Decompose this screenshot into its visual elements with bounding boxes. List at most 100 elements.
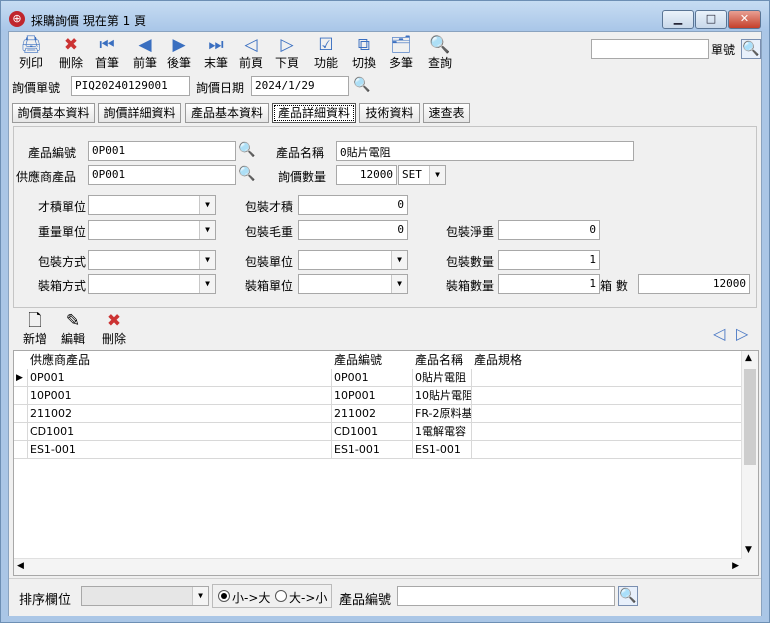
column-header-product-no[interactable]: 產品編號 xyxy=(332,351,413,369)
table-cell[interactable]: CD1001 xyxy=(332,423,413,441)
minimize-button[interactable]: ▁ xyxy=(662,10,694,29)
pack-method-select[interactable]: ▼ xyxy=(88,250,216,270)
add-row-button[interactable]: 🗋 新增 xyxy=(15,310,55,350)
table-cell[interactable]: ES1-001 xyxy=(332,441,413,459)
pack-volume-field[interactable]: 0 xyxy=(298,195,408,215)
pack-gross-label: 包裝毛重 xyxy=(245,225,294,239)
supplier-product-search-icon[interactable]: 🔍 xyxy=(238,166,258,186)
toolbar-button-5[interactable]: ⏭ 末筆 xyxy=(196,34,236,74)
table-row[interactable]: CD1001 CD1001 1電解電容 xyxy=(14,423,742,441)
inquiry-date-field[interactable]: 2024/1/29 xyxy=(251,76,349,96)
box-unit-select[interactable]: ▼ xyxy=(298,274,408,294)
scroll-down-icon[interactable]: ▼ xyxy=(745,545,752,555)
toolbar-button-0[interactable]: 🖨 列印 xyxy=(11,34,51,74)
scroll-left-icon[interactable]: ◁ xyxy=(713,324,725,343)
box-method-select[interactable]: ▼ xyxy=(88,274,216,294)
toolbar-button-1[interactable]: ✖ 刪除 xyxy=(51,34,91,74)
table-cell[interactable]: 0P001 xyxy=(332,369,413,387)
table-cell[interactable]: 211002 xyxy=(332,405,413,423)
toolbar-button-6[interactable]: ◁ 前頁 xyxy=(231,34,271,74)
chevron-down-icon[interactable]: ▼ xyxy=(199,275,215,293)
table-row[interactable]: 211002 211002 FR-2原料基 xyxy=(14,405,742,423)
chevron-down-icon[interactable]: ▼ xyxy=(391,251,407,269)
chevron-down-icon[interactable]: ▼ xyxy=(429,166,445,184)
chevron-down-icon[interactable]: ▼ xyxy=(199,221,215,239)
toolbar-button-7[interactable]: ▷ 下頁 xyxy=(267,34,307,74)
volume-unit-select[interactable]: ▼ xyxy=(88,195,216,215)
table-cell[interactable] xyxy=(472,405,742,423)
tab-product-detail[interactable]: 產品詳細資料 xyxy=(272,103,356,123)
table-cell[interactable]: 10P001 xyxy=(28,387,332,405)
table-cell[interactable]: CD1001 xyxy=(28,423,332,441)
toolbar-button-9[interactable]: ⧉ 切換 xyxy=(344,34,384,74)
horizontal-scrollbar[interactable]: ◀ ▶ xyxy=(14,558,742,575)
toolbar-button-8[interactable]: ☑ 功能 xyxy=(306,34,346,74)
box-qty-field[interactable]: 1 xyxy=(498,274,600,294)
table-cell[interactable]: ES1-001 xyxy=(413,441,472,459)
table-cell[interactable]: 0貼片電阻 xyxy=(413,369,472,387)
search-input[interactable] xyxy=(397,586,615,606)
table-cell[interactable] xyxy=(472,441,742,459)
chevron-down-icon[interactable]: ▼ xyxy=(199,251,215,269)
toolbar-button-4[interactable]: ▶ 後筆 xyxy=(159,34,199,74)
chevron-down-icon[interactable]: ▼ xyxy=(199,196,215,214)
inquiry-no-field[interactable]: PIQ20240129001 xyxy=(71,76,190,96)
tab-quick-lookup[interactable]: 速查表 xyxy=(423,103,470,123)
table-cell[interactable]: FR-2原料基 xyxy=(413,405,472,423)
sort-desc-radio[interactable] xyxy=(275,590,287,602)
table-row[interactable]: ▶ 0P001 0P001 0貼片電阻 xyxy=(14,369,742,387)
tab-technical[interactable]: 技術資料 xyxy=(359,103,420,123)
table-row[interactable]: ES1-001 ES1-001 ES1-001 xyxy=(14,441,742,459)
table-cell[interactable]: 0P001 xyxy=(28,369,332,387)
toolbar-button-2[interactable]: ⏮ 首筆 xyxy=(87,34,127,74)
pack-gross-field[interactable]: 0 xyxy=(298,220,408,240)
toolbar-button-11[interactable]: 🔍 查詢 xyxy=(420,34,460,74)
edit-row-button[interactable]: ✎ 編輯 xyxy=(53,310,93,350)
scroll-right-icon[interactable]: ▷ xyxy=(736,324,748,343)
product-no-field[interactable]: 0P001 xyxy=(88,141,236,161)
inquiry-qty-unit-select[interactable]: SET ▼ xyxy=(398,165,446,185)
product-no-search-icon[interactable]: 🔍 xyxy=(238,142,258,162)
column-header-product-name[interactable]: 產品名稱 xyxy=(413,351,472,369)
maximize-button[interactable]: □ xyxy=(695,10,727,29)
inquiry-qty-field[interactable]: 12000 xyxy=(336,165,397,185)
table-cell[interactable] xyxy=(472,423,742,441)
pack-qty-field[interactable]: 1 xyxy=(498,250,600,270)
sort-asc-radio[interactable] xyxy=(218,590,230,602)
tab-inquiry-detail[interactable]: 詢價詳細資料 xyxy=(98,103,181,123)
table-row[interactable]: 10P001 10P001 10貼片電阻 xyxy=(14,387,742,405)
delete-row-button[interactable]: ✖ 刪除 xyxy=(94,310,134,350)
close-button[interactable]: ✕ xyxy=(728,10,761,29)
title-bar[interactable]: ⊕ 採購詢價 現在第 1 頁 ▁ □ ✕ xyxy=(1,1,769,31)
search-icon[interactable]: 🔍 xyxy=(618,586,638,606)
doc-no-search-icon[interactable]: 🔍 xyxy=(741,39,761,59)
scroll-thumb[interactable] xyxy=(744,369,756,465)
supplier-product-field[interactable]: 0P001 xyxy=(88,165,236,185)
column-header-supplier-product[interactable]: 供應商產品 xyxy=(28,351,332,369)
product-name-field[interactable]: 0貼片電阻 xyxy=(336,141,634,161)
pack-unit-select[interactable]: ▼ xyxy=(298,250,408,270)
table-cell[interactable]: ES1-001 xyxy=(28,441,332,459)
chevron-down-icon[interactable]: ▼ xyxy=(192,587,208,605)
date-picker-search-icon[interactable]: 🔍 xyxy=(353,77,373,97)
chevron-down-icon[interactable]: ▼ xyxy=(391,275,407,293)
scroll-left-arrow-icon[interactable]: ◀ xyxy=(17,561,24,571)
pack-net-field[interactable]: 0 xyxy=(498,220,600,240)
sort-field-select[interactable]: ▼ xyxy=(81,586,209,606)
scroll-right-arrow-icon[interactable]: ▶ xyxy=(732,561,739,571)
tab-product-basic[interactable]: 產品基本資料 xyxy=(185,103,269,123)
tab-inquiry-basic[interactable]: 詢價基本資料 xyxy=(12,103,95,123)
table-cell[interactable]: 10P001 xyxy=(332,387,413,405)
table-cell[interactable] xyxy=(472,369,742,387)
toolbar-button-10[interactable]: 🗂 多筆 xyxy=(381,34,421,74)
table-cell[interactable]: 1電解電容 xyxy=(413,423,472,441)
table-cell[interactable]: 10貼片電阻 xyxy=(413,387,472,405)
column-header-product-spec[interactable]: 產品規格 xyxy=(472,351,742,369)
scroll-up-icon[interactable]: ▲ xyxy=(745,353,752,363)
doc-no-input[interactable] xyxy=(591,39,709,59)
weight-unit-select[interactable]: ▼ xyxy=(88,220,216,240)
vertical-scrollbar[interactable]: ▲ ▼ xyxy=(741,351,758,575)
box-count-field[interactable]: 12000 xyxy=(638,274,750,294)
table-cell[interactable] xyxy=(472,387,742,405)
table-cell[interactable]: 211002 xyxy=(28,405,332,423)
